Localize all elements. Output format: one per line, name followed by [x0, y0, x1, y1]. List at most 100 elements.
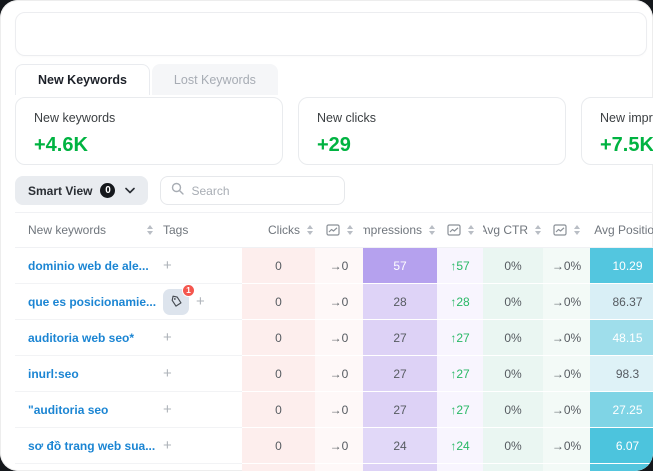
tags-cell: +: [157, 392, 242, 428]
search-box: [160, 176, 345, 205]
sort-control[interactable]: [535, 225, 541, 235]
col-header-clicks-trend: [315, 213, 363, 247]
col-label: Avg CTR: [483, 223, 528, 237]
tag-icon-button[interactable]: 1: [163, 289, 189, 315]
sort-control[interactable]: [307, 225, 313, 235]
add-tag-button[interactable]: +: [196, 294, 205, 309]
avg-ctr-cell: 0%: [483, 428, 543, 464]
clicks-cell: 0: [242, 428, 315, 464]
impressions-cell: 27: [363, 356, 437, 392]
col-label: Avg Position: [594, 223, 653, 237]
avg-ctr-cell: 0%: [483, 392, 543, 428]
keyword-cell: dominio web de ale...: [15, 248, 157, 284]
keywords-dashboard: New Keywords Lost Keywords New keywords …: [0, 0, 653, 471]
tags-cell: +: [157, 320, 242, 356]
keyword-link[interactable]: sơ đồ trang web sua...: [28, 439, 155, 453]
col-header-ctr-trend: [543, 213, 590, 247]
avg-ctr-cell: 0%: [483, 320, 543, 356]
avg-position-cell: 27.25: [590, 392, 653, 428]
top-toolbar-panel: [15, 12, 647, 56]
impressions-delta-cell: ↑27: [437, 320, 483, 356]
clicks-trend-cell: →0: [315, 356, 363, 392]
avg-position-cell: 86.37: [590, 284, 653, 320]
stat-card-new-impressions: New impressions +7.5K: [581, 97, 653, 165]
sort-control[interactable]: [347, 225, 353, 235]
sort-control[interactable]: [147, 225, 153, 235]
keyword-link[interactable]: "auditoria seo: [28, 403, 108, 417]
table-body: dominio web de ale... + 0 →0 57 ↑57 0% →…: [15, 248, 653, 471]
stat-value: +29: [317, 134, 547, 157]
impressions-cell: 57: [363, 248, 437, 284]
table-row: dominio web de ale... + 0 →0 57 ↑57 0% →…: [15, 248, 653, 284]
smart-view-dropdown[interactable]: Smart View 0: [15, 176, 148, 205]
keyword-link[interactable]: auditoria web seo*: [28, 331, 134, 345]
table-row: que es posicionamie... 1 + 0 →0 28 ↑28 0…: [15, 284, 653, 320]
col-header-tags: Tags: [157, 213, 242, 247]
tags-cell: +: [157, 428, 242, 464]
sort-control[interactable]: [429, 225, 435, 235]
search-input[interactable]: [191, 184, 334, 198]
keywords-table: New keywords Tags Clicks Impressions: [15, 212, 653, 471]
tag-count-badge: 1: [182, 284, 195, 297]
stat-value: +4.6K: [34, 134, 264, 157]
chevron-down-icon: [125, 187, 135, 194]
line-chart-icon[interactable]: [447, 224, 461, 236]
stat-label: New impressions: [600, 111, 653, 125]
tags-cell: 1 +: [157, 284, 242, 320]
impressions-cell: 28: [363, 284, 437, 320]
ctr-trend-cell: →0%: [543, 356, 590, 392]
clicks-trend-cell: →0: [315, 428, 363, 464]
stat-cards: New keywords +4.6K New clicks +29 New im…: [15, 97, 653, 165]
search-icon: [171, 182, 184, 200]
impressions-delta-cell: ↑27: [437, 392, 483, 428]
table-row: sơ đồ trang web sua... + 0 →0 24 ↑24 0% …: [15, 428, 653, 464]
keyword-link[interactable]: dominio web de ale...: [28, 259, 149, 273]
stat-card-new-clicks: New clicks +29: [298, 97, 566, 165]
ctr-trend-cell: [543, 464, 590, 471]
keyword-cell: auditoria web seo*: [15, 320, 157, 356]
table-row: +: [15, 464, 653, 471]
table-row: "auditoria seo + 0 →0 27 ↑27 0% →0% 27.2…: [15, 392, 653, 428]
tab-new-keywords[interactable]: New Keywords: [15, 64, 150, 95]
clicks-cell: [242, 464, 315, 471]
stat-label: New clicks: [317, 111, 547, 125]
sort-control[interactable]: [574, 225, 580, 235]
ctr-trend-cell: →0%: [543, 284, 590, 320]
add-tag-button[interactable]: +: [163, 402, 172, 417]
clicks-cell: 0: [242, 248, 315, 284]
clicks-cell: 0: [242, 392, 315, 428]
avg-position-cell: [590, 464, 653, 471]
clicks-cell: 0: [242, 320, 315, 356]
avg-ctr-cell: 0%: [483, 356, 543, 392]
sort-control[interactable]: [468, 225, 474, 235]
col-label: Impressions: [363, 223, 422, 237]
impressions-delta-cell: ↑24: [437, 428, 483, 464]
clicks-trend-cell: →0: [315, 284, 363, 320]
add-tag-button[interactable]: +: [163, 438, 172, 453]
tab-lost-keywords[interactable]: Lost Keywords: [152, 64, 278, 95]
keyword-cell: sơ đồ trang web sua...: [15, 428, 157, 464]
add-tag-button[interactable]: +: [163, 258, 172, 273]
keyword-link[interactable]: que es posicionamie...: [28, 295, 156, 309]
smart-view-label: Smart View: [28, 184, 92, 198]
clicks-trend-cell: →0: [315, 248, 363, 284]
line-chart-icon[interactable]: [553, 224, 567, 236]
impressions-cell: 27: [363, 392, 437, 428]
col-header-impressions: Impressions: [363, 213, 437, 247]
tags-cell: +: [157, 248, 242, 284]
avg-ctr-cell: 0%: [483, 248, 543, 284]
table-header: New keywords Tags Clicks Impressions: [15, 212, 653, 248]
impressions-delta-cell: ↑28: [437, 284, 483, 320]
add-tag-button[interactable]: +: [163, 366, 172, 381]
impressions-delta-cell: ↑27: [437, 356, 483, 392]
keyword-link[interactable]: inurl:seo: [28, 367, 79, 381]
table-row: auditoria web seo* + 0 →0 27 ↑27 0% →0% …: [15, 320, 653, 356]
table-row: inurl:seo + 0 →0 27 ↑27 0% →0% 98.3: [15, 356, 653, 392]
keyword-cell: "auditoria seo: [15, 392, 157, 428]
impressions-delta-cell: ↑57: [437, 248, 483, 284]
add-tag-button[interactable]: +: [163, 330, 172, 345]
avg-position-cell: 6.07: [590, 428, 653, 464]
line-chart-icon[interactable]: [326, 224, 340, 236]
clicks-trend-cell: →0: [315, 320, 363, 356]
col-label: New keywords: [28, 223, 106, 237]
